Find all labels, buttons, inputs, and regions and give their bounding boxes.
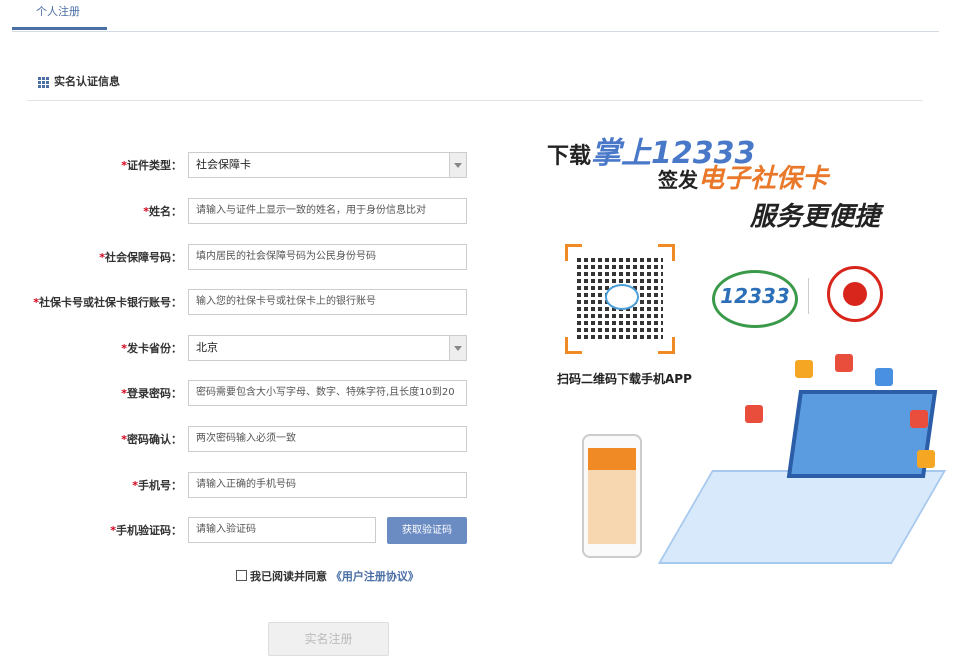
row-id-type: *证件类型： 社会保障卡 xyxy=(0,152,470,178)
social-security-card-seal xyxy=(827,266,883,322)
province-select[interactable]: 北京 xyxy=(188,335,467,361)
computer-illustration xyxy=(657,354,947,575)
field-label: *社会保障号码： xyxy=(99,251,182,264)
name-input[interactable]: 请输入与证件上显示一致的姓名，用于身份信息比对 xyxy=(188,198,467,224)
agree-checkbox[interactable] xyxy=(236,570,247,581)
row-name: *姓名： 请输入与证件上显示一致的姓名，用于身份信息比对 xyxy=(0,198,470,224)
agree-text: 我已阅读并同意 xyxy=(250,570,327,583)
12333-logo: 12333 xyxy=(712,270,798,328)
user-agreement-link[interactable]: 《用户注册协议》 xyxy=(331,570,419,583)
section-title: 实名认证信息 xyxy=(54,75,120,88)
field-label: *手机验证码： xyxy=(110,524,182,537)
promo-line-3: 服务更便捷 xyxy=(750,202,881,232)
row-ssn: *社会保障号码： 填内居民的社会保障号码为公民身份号码 xyxy=(0,244,470,270)
row-phone: *手机号： 请输入正确的手机号码 xyxy=(0,472,470,498)
password-confirm-input[interactable]: 两次密码输入必须一致 xyxy=(188,426,467,452)
field-label: *社保卡号或社保卡银行账号： xyxy=(33,296,182,309)
id-type-select[interactable]: 社会保障卡 xyxy=(188,152,467,178)
get-code-button[interactable]: 获取验证码 xyxy=(387,517,467,544)
tab-bar: 个人注册 xyxy=(12,0,939,32)
agreement: 我已阅读并同意 《用户注册协议》 xyxy=(236,568,419,584)
promo-line-2: 签发电子社保卡 xyxy=(658,164,829,194)
social-security-number-input[interactable]: 填内居民的社会保障号码为公民身份号码 xyxy=(188,244,467,270)
tab-personal-register[interactable]: 个人注册 xyxy=(12,0,107,30)
register-button[interactable]: 实名注册 xyxy=(268,622,389,656)
section-header: 实名认证信息 xyxy=(27,70,923,101)
row-sms-code: *手机验证码： 请输入验证码 获取验证码 xyxy=(0,517,470,544)
row-card-number: *社保卡号或社保卡银行账号： 输入您的社保卡号或社保卡上的银行账号 xyxy=(0,289,470,315)
scan-text: 扫码二维码下载手机APP xyxy=(557,372,692,386)
card-number-input[interactable]: 输入您的社保卡号或社保卡上的银行账号 xyxy=(188,289,467,315)
field-label: *姓名： xyxy=(143,205,182,218)
phone-illustration xyxy=(582,434,642,558)
field-label: *登录密码： xyxy=(121,387,182,400)
download-qr-code xyxy=(565,244,675,354)
field-label: *密码确认： xyxy=(121,433,182,446)
row-password: *登录密码： 密码需要包含大小写字母、数字、特殊字符,且长度10到20 xyxy=(0,380,470,406)
sms-code-input[interactable]: 请输入验证码 xyxy=(188,517,376,543)
field-label: *发卡省份： xyxy=(121,342,182,355)
row-province: *发卡省份： 北京 xyxy=(0,335,470,361)
password-input[interactable]: 密码需要包含大小写字母、数字、特殊字符,且长度10到20 xyxy=(188,380,467,406)
field-label: *证件类型： xyxy=(121,159,182,172)
phone-input[interactable]: 请输入正确的手机号码 xyxy=(188,472,467,498)
grid-icon xyxy=(38,77,49,88)
chevron-down-icon[interactable] xyxy=(449,336,466,360)
field-label: *手机号： xyxy=(132,479,182,492)
chevron-down-icon[interactable] xyxy=(449,153,466,177)
divider xyxy=(808,278,809,314)
app-promo: 下载掌上12333 签发电子社保卡 服务更便捷 扫码二维码下载手机APP 123… xyxy=(540,118,960,588)
row-password-confirm: *密码确认： 两次密码输入必须一致 xyxy=(0,426,470,452)
